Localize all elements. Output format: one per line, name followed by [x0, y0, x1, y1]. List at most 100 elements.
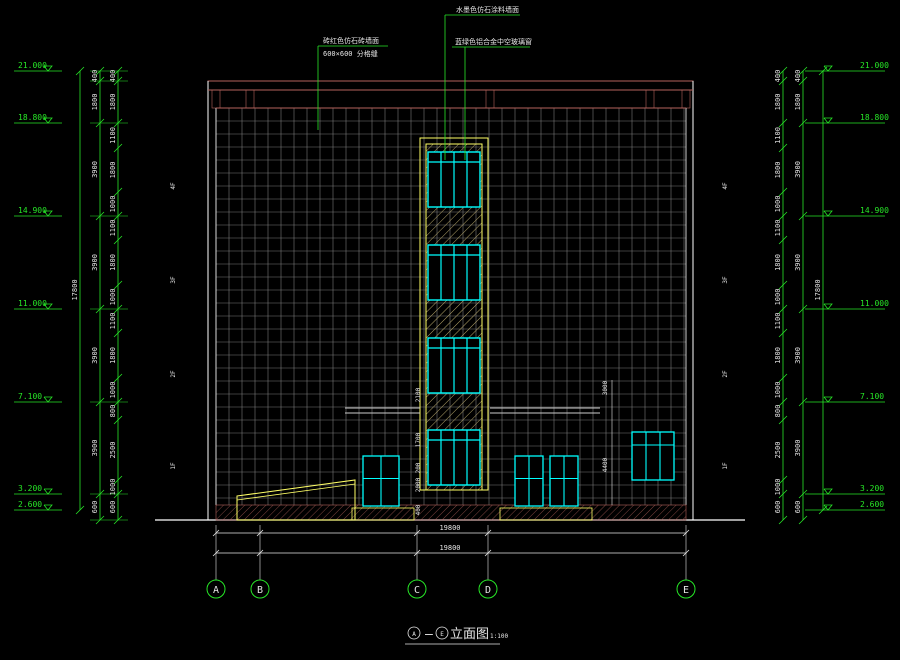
level-label: 21.000	[860, 61, 889, 70]
floor-mark: 1F	[722, 462, 729, 470]
axis-label: A	[213, 585, 219, 596]
outer-dim-text: 17800	[814, 279, 822, 300]
mid-dim-text: 3900	[794, 347, 802, 364]
annotation-notes: 水墨色仿石涂料墙面 蓝绿色铝合金中空玻璃窗 砖红色仿石砖墙面 600×600 分…	[317, 5, 532, 160]
inner-dim-text: 1000	[109, 196, 117, 213]
axis-bubbles: A B C D E	[206, 525, 696, 599]
floor-mark: 4F	[170, 182, 177, 190]
inner-dim-text: 1000	[109, 382, 117, 399]
level-label: 11.000	[860, 299, 889, 308]
mid-dim-text: 1800	[794, 94, 802, 111]
inner-dim-text: 2500	[774, 442, 782, 459]
bottom-dimension-chain: 19800 19800	[216, 524, 686, 554]
mid-dim-text: 3900	[91, 347, 99, 364]
level-marker	[43, 488, 53, 495]
center-dim-text: 3000	[602, 380, 609, 395]
level-label: 2.600	[860, 500, 884, 509]
inner-dim-text: 1000	[774, 196, 782, 213]
inner-dim-text: 1800	[774, 254, 782, 271]
center-dim-text: 2000	[415, 477, 422, 492]
inner-dim-text: 1000	[774, 289, 782, 306]
right-dimension-chain: 21.000 18.800 14.900 11.000 7.100 3.200 2.600 1…	[774, 61, 889, 525]
inner-dim-text: 1100	[109, 127, 117, 144]
axis-label: E	[683, 585, 689, 596]
level-label: 14.900	[18, 206, 47, 215]
inner-dim-text: 800	[109, 405, 117, 418]
mid-dim-text: 600	[794, 501, 802, 514]
inner-dim-text: 1000	[774, 382, 782, 399]
elevation-drawing: 21.000 18.800 14.900 11.000 7.100 3.200 2.600 1…	[14, 5, 889, 645]
inner-dim-text: 1100	[109, 220, 117, 237]
level-label: 2.600	[18, 500, 42, 509]
mid-dim-text: 3900	[794, 440, 802, 457]
inner-dim-text: 1100	[774, 127, 782, 144]
title-separator: –	[425, 627, 433, 642]
floor-mark: 4F	[722, 182, 729, 190]
inner-dim-text: 1800	[774, 94, 782, 111]
mid-dim-text: 600	[91, 501, 99, 514]
mid-dim-text: 3900	[91, 161, 99, 178]
drawing-title: A – E 立面图 1:100	[405, 626, 508, 645]
center-dim-text: 400	[415, 504, 422, 515]
inner-dim-text: 1800	[109, 254, 117, 271]
bottom-dim-text: 19800	[439, 524, 460, 532]
level-marker	[823, 303, 833, 310]
axis-label: C	[414, 585, 420, 596]
inner-dim-text: 1800	[109, 347, 117, 364]
inner-dim-text: 400	[774, 70, 782, 83]
center-dim-text: 200	[415, 462, 422, 473]
bottom-dim-text: 19800	[439, 544, 460, 552]
level-label: 3.200	[18, 484, 42, 493]
mid-dim-text: 1800	[91, 94, 99, 111]
level-marker	[823, 488, 833, 495]
inner-dim-text: 1100	[774, 313, 782, 330]
level-label: 21.000	[18, 61, 47, 70]
inner-dim-text: 2500	[109, 442, 117, 459]
level-marker	[823, 210, 833, 217]
center-dim-text: 4400	[602, 457, 609, 472]
level-label: 7.100	[18, 392, 42, 401]
level-label: 11.000	[18, 299, 47, 308]
glass-note-text: 蓝绿色铝合金中空玻璃窗	[455, 37, 532, 46]
mid-dim-text: 400	[794, 70, 802, 83]
floor-mark: 3F	[170, 276, 177, 284]
parapet-pier	[245, 89, 255, 109]
floor-mark: 3F	[722, 276, 729, 284]
level-marker	[823, 117, 833, 124]
title-scale: 1:100	[490, 633, 508, 640]
parapet-pier	[485, 89, 495, 109]
left-dimension-chain: 21.000 18.800 14.900 11.000 7.100 3.200 2.600 1…	[14, 61, 128, 525]
inner-dim-text: 1800	[109, 162, 117, 179]
center-dim-text: 1700	[415, 432, 422, 447]
level-label: 18.800	[18, 113, 47, 122]
title-text: 立面图	[450, 627, 489, 642]
plinth-hatch	[215, 504, 687, 521]
inner-dim-text: 1000	[774, 479, 782, 496]
parapet-pier	[681, 89, 691, 109]
axis-label: B	[257, 585, 263, 596]
inner-dim-text: 1100	[774, 220, 782, 237]
level-marker	[823, 396, 833, 403]
inner-dim-text: 600	[109, 501, 117, 514]
floor-mark: 1F	[170, 462, 177, 470]
level-marker	[43, 504, 53, 511]
title-axis-end-label: E	[440, 631, 444, 638]
inner-dim-text: 800	[774, 405, 782, 418]
floor-mark: 2F	[722, 370, 729, 378]
side-window	[631, 431, 675, 481]
floor-mark: 2F	[170, 370, 177, 378]
inner-dim-text: 1800	[774, 347, 782, 364]
level-label: 14.900	[860, 206, 889, 215]
inner-dim-text: 1000	[109, 479, 117, 496]
parapet-pier	[211, 89, 221, 109]
mid-dim-text: 3900	[91, 254, 99, 271]
level-label: 3.200	[860, 484, 884, 493]
inner-dim-text: 600	[774, 501, 782, 514]
parapet-pier	[645, 89, 655, 109]
mid-dim-text: 400	[91, 70, 99, 83]
level-marker	[43, 396, 53, 403]
tile-note-text-1: 砖红色仿石砖墙面	[323, 36, 379, 45]
top-note-text: 水墨色仿石涂料墙面	[456, 5, 519, 14]
inner-dim-text: 400	[109, 70, 117, 83]
mid-dim-text: 3900	[794, 161, 802, 178]
